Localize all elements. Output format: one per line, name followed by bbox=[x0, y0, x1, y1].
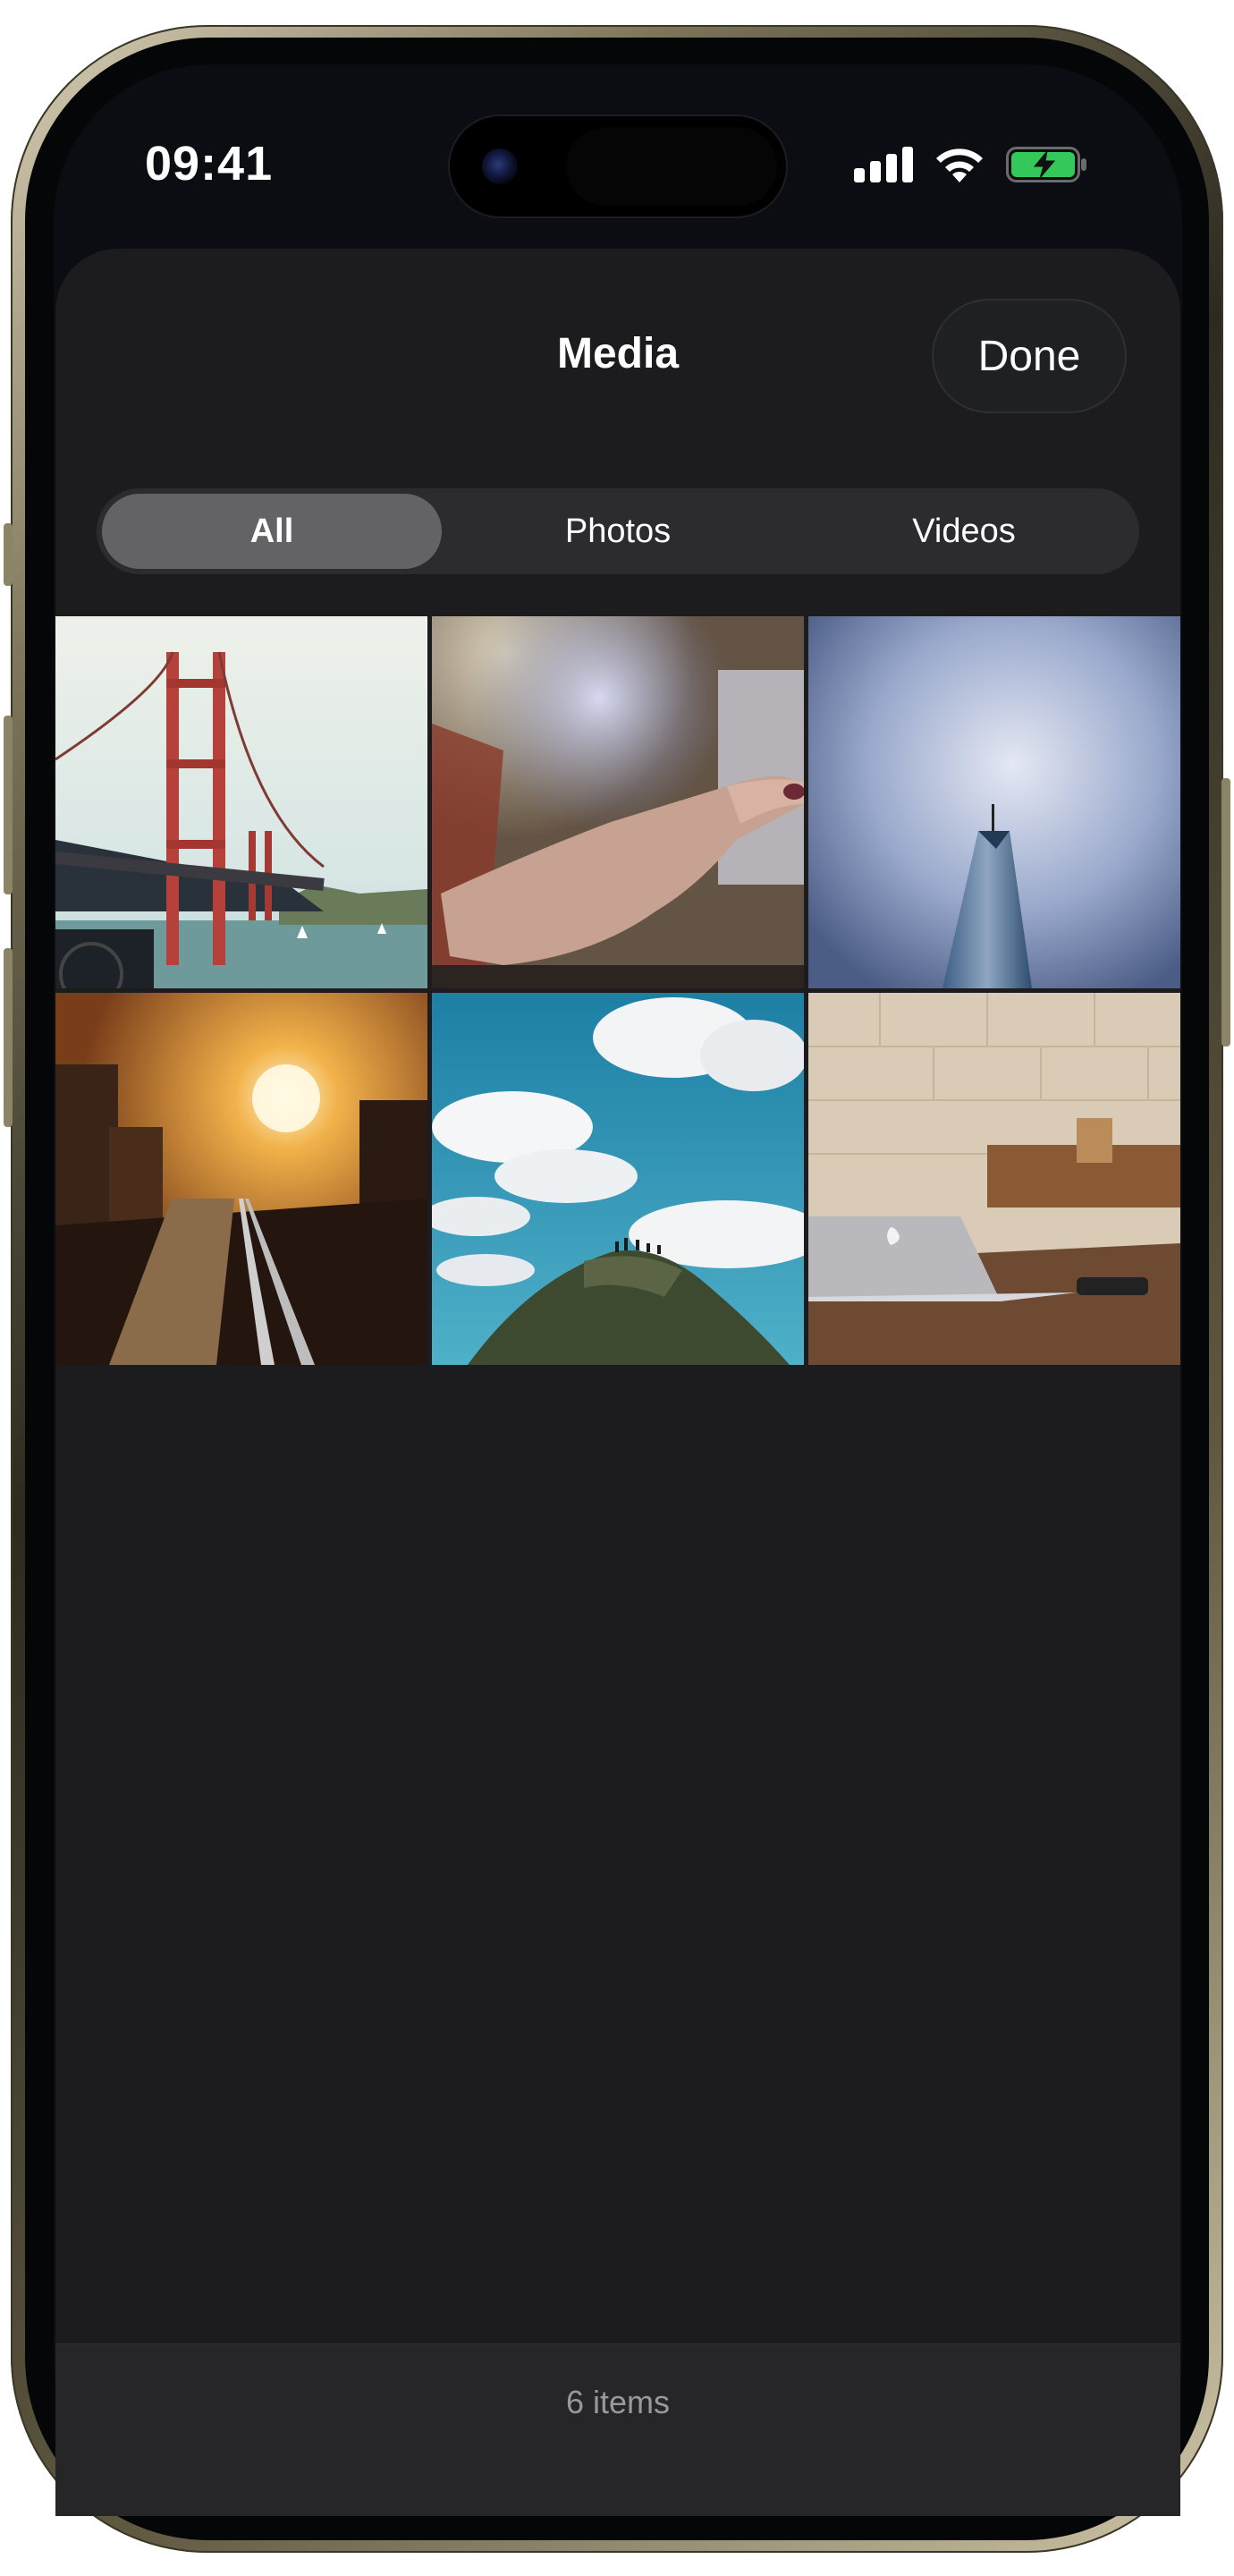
wifi-icon bbox=[936, 148, 983, 182]
volume-down-button bbox=[4, 948, 13, 1127]
filter-photos-tab[interactable]: Photos bbox=[448, 494, 788, 569]
volume-up-button bbox=[4, 716, 13, 894]
media-thumbnail[interactable] bbox=[808, 993, 1180, 1365]
battery-charging-icon bbox=[1006, 147, 1086, 182]
clouds-rocky-hill-image bbox=[432, 993, 804, 1365]
power-button bbox=[1221, 778, 1230, 1046]
media-thumbnail[interactable] bbox=[432, 993, 804, 1365]
done-button[interactable]: Done bbox=[934, 301, 1125, 411]
filter-all-tab[interactable]: All bbox=[102, 494, 442, 569]
media-thumbnail[interactable] bbox=[55, 616, 427, 988]
skyscraper-sky-image bbox=[808, 616, 1180, 988]
golden-gate-bridge-image bbox=[55, 616, 427, 988]
status-time: 09:41 bbox=[145, 137, 274, 191]
media-thumbnail[interactable] bbox=[55, 993, 427, 1365]
item-count: 6 items bbox=[565, 2384, 671, 2420]
train-tracks-sunset-image bbox=[55, 993, 427, 1365]
laptop-on-desk-image bbox=[808, 993, 1180, 1365]
face-id-sensor bbox=[566, 127, 777, 206]
dynamic-island bbox=[450, 116, 786, 216]
media-thumbnail[interactable] bbox=[432, 616, 804, 988]
finger-touching-screen-image bbox=[432, 616, 804, 988]
footer-bar: 6 items bbox=[55, 2343, 1180, 2516]
front-camera-icon bbox=[482, 148, 518, 184]
filter-videos-tab[interactable]: Videos bbox=[794, 494, 1134, 569]
action-button bbox=[4, 523, 13, 586]
media-thumbnail[interactable] bbox=[808, 616, 1180, 988]
media-filter-segmented-control: All Photos Videos bbox=[97, 488, 1139, 574]
status-icons bbox=[854, 143, 1095, 188]
media-sheet: Media Done All Photos Videos 6 items bbox=[55, 249, 1180, 2516]
cellular-signal-icon bbox=[854, 143, 917, 186]
